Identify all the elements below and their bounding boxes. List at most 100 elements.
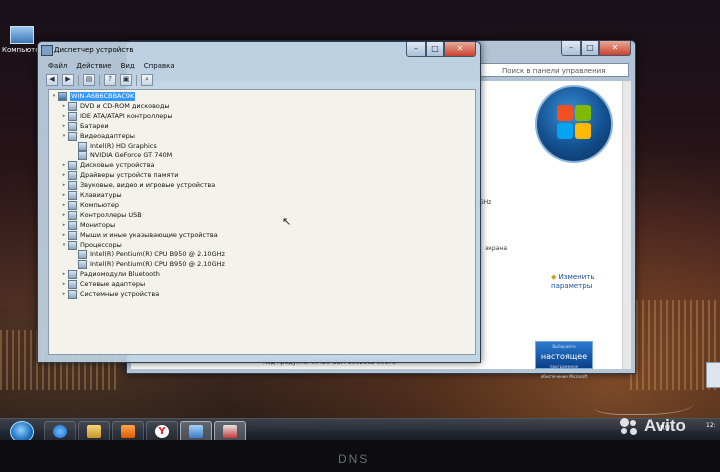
avito-logo-icon bbox=[620, 418, 638, 436]
tree-category-node[interactable]: ▸ Компьютер bbox=[61, 200, 119, 210]
tree-expander-icon[interactable]: ▸ bbox=[61, 290, 67, 299]
tree-category-node[interactable]: ▸ Батареи bbox=[61, 121, 109, 131]
menu-help[interactable]: Справка bbox=[144, 62, 175, 70]
tree-expander-icon[interactable]: ▸ bbox=[61, 270, 67, 279]
tree-expander-icon[interactable]: ▸ bbox=[61, 181, 67, 190]
tree-node-label: Процессоры bbox=[80, 240, 122, 249]
tree-category-node[interactable]: ▾ Видеоадаптеры bbox=[61, 131, 135, 141]
menu-file[interactable]: Файл bbox=[48, 62, 67, 70]
tree-node-label: Звуковые, видео и игровые устройства bbox=[80, 181, 216, 190]
tree-expander-icon[interactable]: ▸ bbox=[61, 112, 67, 121]
device-icon bbox=[78, 151, 87, 161]
tree-category-node[interactable]: ▸ DVD и CD-ROM дисководы bbox=[61, 101, 170, 111]
bezel-brand-logo: DNS bbox=[338, 452, 370, 466]
windows-flag-icon bbox=[557, 105, 591, 139]
genuine-microsoft-badge[interactable]: Выбирайте настоящее программное обеспече… bbox=[535, 341, 593, 379]
tree-category-node[interactable]: ▸ Мыши и иные указывающие устройства bbox=[61, 230, 218, 240]
close-button[interactable]: ✕ bbox=[599, 41, 631, 56]
device-icon bbox=[68, 191, 77, 200]
tree-node-label: Видеоадаптеры bbox=[80, 131, 135, 140]
tree-node-label: Мыши и иные указывающие устройства bbox=[80, 230, 218, 239]
device-icon bbox=[68, 220, 77, 230]
tree-expander-icon[interactable]: ▸ bbox=[61, 191, 67, 200]
tree-device-node[interactable]: Intel(R) HD Graphics bbox=[71, 141, 157, 151]
tree-category-node[interactable]: ▾ Процессоры bbox=[61, 240, 122, 250]
tree-expander-icon[interactable]: ▸ bbox=[61, 280, 67, 289]
menu-action[interactable]: Действие bbox=[76, 62, 111, 70]
tree-device-node[interactable]: NVIDIA GeForce GT 740M bbox=[71, 151, 172, 161]
desktop-icon-computer[interactable]: Компьютер bbox=[2, 26, 44, 54]
tree-category-node[interactable]: ▸ IDE ATA/ATAPI контроллеры bbox=[61, 111, 173, 121]
tree-category-node[interactable]: ▸ Клавиатуры bbox=[61, 191, 122, 200]
windows-logo bbox=[535, 85, 613, 163]
forward-arrow-icon[interactable]: ▶ bbox=[62, 74, 74, 86]
computer-icon bbox=[10, 26, 34, 44]
tree-category-node[interactable]: ▸ Дисковые устройства bbox=[61, 161, 155, 171]
minimize-button[interactable]: – bbox=[561, 41, 581, 56]
tree-node-label: Клавиатуры bbox=[80, 191, 122, 199]
search-placeholder: Поиск в панели управления bbox=[502, 67, 606, 75]
control-panel-search-input[interactable]: Поиск в панели управления bbox=[479, 63, 629, 77]
scrollbar[interactable] bbox=[622, 81, 631, 369]
tree-category-node[interactable]: ▸ Системные устройства bbox=[61, 290, 159, 299]
tree-category-node[interactable]: ▸ Сетевые адаптеры bbox=[61, 280, 145, 290]
device-manager-window[interactable]: Диспетчер устройств – □ ✕ Файл Действие … bbox=[37, 41, 481, 363]
toolbar-separator bbox=[78, 74, 79, 86]
help-icon[interactable]: ▣ bbox=[120, 74, 132, 86]
tree-node-label: DVD и CD-ROM дисководы bbox=[80, 101, 170, 110]
maximize-button[interactable]: □ bbox=[426, 42, 444, 57]
tree-expander-icon[interactable]: ▸ bbox=[61, 231, 67, 240]
control-panel-icon bbox=[189, 425, 203, 438]
tree-expander-icon[interactable]: ▸ bbox=[61, 102, 67, 111]
avito-word: Avito bbox=[644, 416, 686, 435]
tree-expander-icon[interactable]: ▸ bbox=[61, 122, 67, 131]
device-tree[interactable]: ▾ WIN-A6B6CBBAC9K ▸ DVD и CD-ROM дисководы ▸… bbox=[48, 89, 476, 355]
yandex-browser-icon: Y bbox=[155, 425, 169, 438]
menu-bar: Файл Действие Вид Справка bbox=[42, 60, 476, 72]
tree-category-node[interactable]: ▸ Мониторы bbox=[61, 220, 115, 230]
tree-expander-icon[interactable]: ▸ bbox=[61, 201, 67, 210]
device-manager-titlebar[interactable]: Диспетчер устройств – □ ✕ bbox=[38, 42, 480, 60]
tree-expander-icon[interactable]: ▾ bbox=[51, 92, 57, 101]
shield-icon: ◆ bbox=[551, 273, 557, 281]
device-manager-icon bbox=[223, 425, 237, 438]
tree-expander-icon[interactable]: ▸ bbox=[61, 171, 67, 180]
device-icon bbox=[68, 240, 77, 250]
tree-expander-icon[interactable]: ▸ bbox=[61, 161, 67, 170]
tree-node-label: Контроллеры USB bbox=[80, 210, 142, 219]
menu-view[interactable]: Вид bbox=[121, 62, 135, 70]
tree-root-node[interactable]: ▾ WIN-A6B6CBBAC9K bbox=[51, 92, 136, 101]
back-arrow-icon[interactable]: ◀ bbox=[46, 74, 58, 86]
control-panel-caption-buttons: – □ ✕ bbox=[561, 41, 631, 56]
tree-category-node[interactable]: ▸ Звуковые, видео и игровые устройства bbox=[61, 181, 216, 191]
device-icon bbox=[68, 230, 77, 240]
mouse-cursor-icon: ↖ bbox=[282, 215, 292, 228]
tree-expander-icon[interactable]: ▾ bbox=[61, 241, 67, 250]
genuine-main-text: настоящее bbox=[540, 352, 588, 361]
minimize-button[interactable]: – bbox=[406, 42, 426, 57]
desktop-icon-document[interactable] bbox=[706, 362, 720, 388]
tree-category-node[interactable]: ▸ Контроллеры USB bbox=[61, 210, 142, 220]
desktop: Компьютер – □ ✕ ⟳ Поиск в панели управле… bbox=[0, 0, 720, 443]
tree-node-label: WIN-A6B6CBBAC9K bbox=[70, 92, 136, 101]
close-button[interactable]: ✕ bbox=[444, 42, 476, 57]
scan-hardware-icon[interactable]: ⌕ bbox=[141, 74, 153, 86]
tree-category-node[interactable]: ▸ Драйверы устройств памяти bbox=[61, 171, 178, 181]
tree-expander-icon[interactable]: ▸ bbox=[61, 221, 67, 230]
properties-icon[interactable]: ? bbox=[104, 74, 116, 86]
explorer-icon bbox=[87, 425, 101, 438]
tree-expander-icon[interactable]: ▸ bbox=[61, 211, 67, 220]
tree-view-icon[interactable]: ▤ bbox=[83, 74, 95, 86]
tree-expander-icon[interactable]: ▾ bbox=[61, 132, 67, 141]
computer-icon bbox=[58, 92, 67, 101]
tree-node-label: Радиомодули Bluetooth bbox=[80, 270, 160, 279]
tree-category-node[interactable]: ▸ Радиомодули Bluetooth bbox=[61, 270, 160, 280]
change-settings-link[interactable]: ◆ Изменить параметры bbox=[551, 273, 611, 291]
maximize-button[interactable]: □ bbox=[581, 41, 599, 56]
display-fragment: экрана bbox=[485, 245, 508, 252]
tree-device-node[interactable]: Intel(R) Pentium(R) CPU B950 @ 2.10GHz bbox=[71, 260, 225, 270]
toolbar-separator bbox=[136, 74, 137, 86]
window-title: Диспетчер устройств bbox=[54, 46, 134, 54]
tree-device-node[interactable]: Intel(R) Pentium(R) CPU B950 @ 2.10GHz bbox=[71, 250, 225, 260]
device-icon bbox=[78, 260, 87, 270]
